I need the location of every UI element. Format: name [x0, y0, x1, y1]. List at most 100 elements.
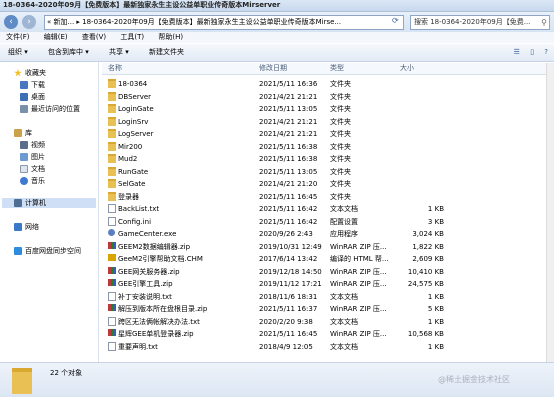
file-row[interactable]: Config.ini 2021/5/11 16:42 配置设置 3 KB [102, 216, 552, 228]
nav-documents[interactable]: 文档 [20, 164, 45, 174]
vertical-scrollbar[interactable] [546, 63, 554, 362]
back-button[interactable]: ‹ [4, 15, 18, 29]
column-date[interactable]: 修改日期 [259, 63, 287, 74]
address-path: « 新加... ▸ 18-0364-2020年09月【免费版本】最新独家永生主设… [47, 18, 342, 26]
file-size: 1 KB [427, 317, 444, 326]
folder-icon [108, 91, 116, 101]
txt-file-icon [108, 291, 116, 301]
file-name: 补丁安装说明.txt [118, 292, 172, 301]
address-bar[interactable]: « 新加... ▸ 18-0364-2020年09月【免费版本】最新独家永生主设… [44, 15, 404, 30]
file-name: GameCenter.exe [118, 230, 177, 238]
file-type: 文件夹 [330, 180, 351, 188]
menu-help[interactable]: 帮助(H) [158, 32, 183, 43]
column-size[interactable]: 大小 [400, 63, 414, 74]
folder-icon [108, 166, 116, 176]
file-date: 2017/6/14 13:42 [259, 255, 318, 263]
search-input[interactable]: 搜索 18-0364-2020年09月【免费... ⚲ [410, 15, 550, 30]
nav-favorites[interactable]: 收藏夹 [14, 68, 46, 78]
file-row[interactable]: LoginGate 2021/5/11 13:05 文件夹 [102, 104, 552, 115]
column-name[interactable]: 名称 [108, 63, 122, 74]
file-row[interactable]: GameCenter.exe 2020/9/26 2:43 应用程序 3,024 KB [102, 229, 552, 240]
help-icon[interactable]: ? [544, 48, 548, 56]
folder-icon [108, 116, 116, 126]
txt-file-icon [108, 341, 116, 351]
file-size: 3,024 KB [412, 230, 444, 238]
file-date: 2021/5/11 16:37 [259, 305, 318, 313]
network-icon [14, 223, 22, 231]
file-date: 2021/5/11 16:38 [259, 155, 318, 163]
file-date: 2020/9/26 2:43 [259, 230, 313, 238]
nav-downloads[interactable]: 下载 [20, 80, 45, 90]
file-row[interactable]: 补丁安装说明.txt 2018/11/6 18:31 文本文档 1 KB [102, 291, 552, 303]
new-folder-button[interactable]: 新建文件夹 [149, 44, 184, 61]
nav-recent[interactable]: 最近访问的位置 [20, 104, 80, 114]
file-row[interactable]: GEE网关服务器.zip 2019/12/18 14:50 WinRAR ZIP 压… [102, 266, 552, 278]
file-type: 文本文档 [330, 205, 358, 213]
folder-icon [108, 191, 116, 201]
file-name: GeeM2引擎帮助文档.CHM [118, 255, 203, 263]
nav-videos[interactable]: 视频 [20, 140, 45, 150]
file-row[interactable]: RunGate 2021/5/11 13:05 文件夹 [102, 166, 552, 178]
file-name: Mir200 [118, 142, 143, 151]
preview-pane-icon[interactable]: ▯ [530, 48, 534, 56]
file-row[interactable]: 星辉GEE单机登录器.zip 2021/5/11 16:45 WinRAR ZIP … [102, 329, 552, 340]
file-row[interactable]: DBServer 2021/4/21 21:21 文件夹 [102, 91, 552, 103]
column-header: 名称 修改日期 类型 大小 [102, 63, 550, 75]
file-row[interactable]: LogServer 2021/4/21 21:21 文件夹 [102, 129, 552, 140]
file-type: 文本文档 [330, 292, 358, 301]
file-row[interactable]: Mir200 2021/5/11 16:38 文件夹 [102, 141, 552, 153]
file-type: 文件夹 [330, 105, 351, 113]
file-row[interactable]: BackList.txt 2021/5/11 16:42 文本文档 1 KB [102, 204, 552, 215]
menu-edit[interactable]: 编辑(E) [44, 32, 68, 43]
view-options-icon[interactable]: ☰ [514, 48, 520, 56]
file-size: 1 KB [427, 342, 444, 351]
organize-button[interactable]: 组织 ▾ [8, 44, 28, 61]
nav-pictures[interactable]: 图片 [20, 152, 45, 162]
file-size: 24,575 KB [407, 280, 444, 288]
file-row[interactable]: Mud2 2021/5/11 16:38 文件夹 [102, 154, 552, 165]
navigation-pane: 收藏夹 下载 桌面 最近访问的位置 库 视频 图片 文档 音乐 计算机 网络 百… [0, 62, 99, 362]
picture-icon [20, 153, 28, 161]
nav-computer[interactable]: 计算机 [2, 198, 96, 208]
file-name: DBServer [118, 92, 152, 101]
file-date: 2020/2/20 9:38 [259, 317, 313, 326]
nav-baidu-sync[interactable]: 百度网盘同步空间 [14, 246, 81, 256]
file-size: 2,609 KB [412, 255, 444, 263]
search-placeholder: 搜索 18-0364-2020年09月【免费... [414, 18, 531, 26]
file-date: 2021/5/11 16:45 [259, 330, 318, 338]
file-row[interactable]: GEEM2数据编辑器.zip 2019/10/31 12:49 WinRAR ZIP… [102, 241, 552, 253]
zip-file-icon [108, 329, 116, 336]
zip-file-icon [108, 304, 116, 311]
nav-network[interactable]: 网络 [14, 222, 39, 232]
watermark: @稀土掘金技术社区 [438, 375, 510, 384]
include-in-library-button[interactable]: 包含到库中 ▾ [48, 44, 89, 61]
file-row[interactable]: 跨区无法俩帐解决办法.txt 2020/2/20 9:38 文本文档 1 KB [102, 316, 552, 328]
file-row[interactable]: 18-0364 2021/5/11 16:36 文件夹 [102, 79, 552, 90]
refresh-icon[interactable]: ⟳ [392, 16, 399, 25]
file-row[interactable]: SelGate 2021/4/21 21:20 文件夹 [102, 179, 552, 190]
file-name: Config.ini [118, 217, 152, 226]
share-button[interactable]: 共享 ▾ [109, 44, 129, 61]
file-row[interactable]: 登录器 2021/5/11 16:45 文件夹 [102, 191, 552, 203]
file-row[interactable]: GeeM2引擎帮助文档.CHM 2017/6/14 13:42 编译的 HTML 帮… [102, 254, 552, 265]
nav-library[interactable]: 库 [14, 128, 32, 138]
menu-file[interactable]: 文件(F) [6, 32, 30, 43]
window-title: 18-0364-2020年09月【免费版本】最新独家永生主设公益单职业传奇版本M… [3, 1, 281, 9]
column-type[interactable]: 类型 [330, 63, 344, 74]
file-size: 10,410 KB [407, 267, 444, 276]
library-icon [14, 129, 22, 137]
forward-button[interactable]: › [22, 15, 36, 29]
file-row[interactable]: LoginSrv 2021/4/21 21:21 文件夹 [102, 116, 552, 128]
menu-tools[interactable]: 工具(T) [120, 32, 144, 43]
search-icon[interactable]: ⚲ [541, 16, 547, 29]
file-row[interactable]: 解压到版本所在盘根目录.zip 2021/5/11 16:37 WinRAR ZIP… [102, 304, 552, 315]
file-row[interactable]: 重要声明.txt 2018/4/9 12:05 文本文档 1 KB [102, 341, 552, 353]
file-type: WinRAR ZIP 压... [330, 305, 387, 313]
video-icon [20, 141, 28, 149]
nav-music[interactable]: 音乐 [20, 176, 45, 186]
nav-desktop[interactable]: 桌面 [20, 92, 45, 102]
menu-view[interactable]: 查看(V) [82, 32, 106, 43]
application-icon [108, 229, 115, 236]
file-row[interactable]: GEE引擎工具.zip 2019/11/12 17:21 WinRAR ZIP 压.… [102, 279, 552, 290]
window-title-bar: 18-0364-2020年09月【免费版本】最新独家永生主设公益单职业传奇版本M… [0, 0, 554, 12]
